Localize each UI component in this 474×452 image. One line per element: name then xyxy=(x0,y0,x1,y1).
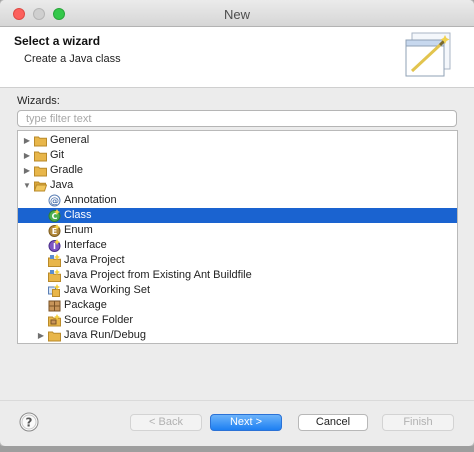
help-icon[interactable]: ? xyxy=(19,412,39,432)
tree-item-label: Interface xyxy=(64,239,107,251)
svg-text:@: @ xyxy=(50,197,59,207)
annotation-icon: @ xyxy=(48,194,61,207)
class-icon: C xyxy=(48,209,61,222)
wizard-header-title: Select a wizard xyxy=(14,34,101,48)
working-set-icon xyxy=(48,284,60,297)
expand-arrow-icon[interactable]: ▶ xyxy=(22,163,32,178)
footer-separator xyxy=(0,400,474,401)
wizard-header: Select a wizard Create a Java class xyxy=(0,27,474,88)
svg-text:?: ? xyxy=(26,416,33,430)
tree-item-enum[interactable]: E Enum xyxy=(18,223,457,238)
tree-item-package[interactable]: Package xyxy=(18,298,457,313)
desktop-background xyxy=(0,446,474,452)
collapse-arrow-icon[interactable]: ▼ xyxy=(22,178,32,193)
wizard-filter-input[interactable] xyxy=(17,110,457,127)
back-button[interactable]: < Back xyxy=(130,414,202,431)
tree-item-label: Package xyxy=(64,299,107,311)
package-icon xyxy=(48,300,61,312)
expand-arrow-icon[interactable]: ▶ xyxy=(22,148,32,163)
folder-open-icon xyxy=(34,181,47,192)
svg-text:I: I xyxy=(53,242,56,251)
interface-icon: I xyxy=(48,239,61,252)
tree-item-general[interactable]: ▶ General xyxy=(18,133,457,148)
tree-item-java-working-set[interactable]: Java Working Set xyxy=(18,283,457,298)
tree-item-label: Java Project xyxy=(64,254,125,266)
tree-item-class[interactable]: C Class xyxy=(18,208,457,223)
wizards-label: Wizards: xyxy=(17,95,60,107)
window-title: New xyxy=(223,7,250,22)
tree-item-label: General xyxy=(50,134,90,146)
tree-item-source-folder[interactable]: Source Folder xyxy=(18,313,457,328)
folder-icon xyxy=(48,331,61,342)
title-bar: New xyxy=(0,0,474,27)
tree-item-interface[interactable]: I Interface xyxy=(18,238,457,253)
tree-item-label: Annotation xyxy=(64,194,117,206)
tree-item-label: Java xyxy=(50,179,74,191)
tree-item-java[interactable]: ▼ Java xyxy=(18,178,457,193)
wizard-tree[interactable]: ▶ General ▶ Git ▶ Gradle ▼ Java @ Annota… xyxy=(17,130,458,344)
finish-button[interactable]: Finish xyxy=(382,414,454,431)
tree-item-label: Source Folder xyxy=(64,314,134,326)
tree-item-annotation[interactable]: @ Annotation xyxy=(18,193,457,208)
wizard-header-subtitle: Create a Java class xyxy=(24,53,121,65)
tree-item-label: Class xyxy=(64,209,92,221)
folder-icon xyxy=(34,136,47,147)
next-button[interactable]: Next > xyxy=(210,414,282,431)
folder-icon xyxy=(34,151,47,162)
ant-project-icon xyxy=(48,269,61,282)
tree-item-label: Git xyxy=(50,149,65,161)
tree-item-git[interactable]: ▶ Git xyxy=(18,148,457,163)
tree-item-java-run-debug[interactable]: ▶ Java Run/Debug xyxy=(18,328,457,343)
java-project-icon xyxy=(48,254,61,267)
tree-item-label: Java Run/Debug xyxy=(64,329,146,341)
expand-arrow-icon[interactable]: ▶ xyxy=(36,328,46,343)
folder-icon xyxy=(34,166,47,177)
enum-icon: E xyxy=(48,224,61,237)
wizard-banner-icon xyxy=(405,32,451,77)
tree-item-java-project[interactable]: Java Project xyxy=(18,253,457,268)
tree-item-label: Java Project from Existing Ant Buildfile xyxy=(64,269,252,281)
tree-item-ant-project[interactable]: Java Project from Existing Ant Buildfile xyxy=(18,268,457,283)
cancel-button[interactable]: Cancel xyxy=(298,414,368,431)
tree-item-label: Enum xyxy=(64,224,93,236)
tree-item-label: Gradle xyxy=(50,164,84,176)
tree-item-gradle[interactable]: ▶ Gradle xyxy=(18,163,457,178)
tree-item-label: Java Working Set xyxy=(64,284,151,296)
source-folder-icon xyxy=(48,314,61,327)
new-wizard-dialog: New Select a wizard Create a Java class … xyxy=(0,0,474,446)
expand-arrow-icon[interactable]: ▶ xyxy=(22,133,32,148)
